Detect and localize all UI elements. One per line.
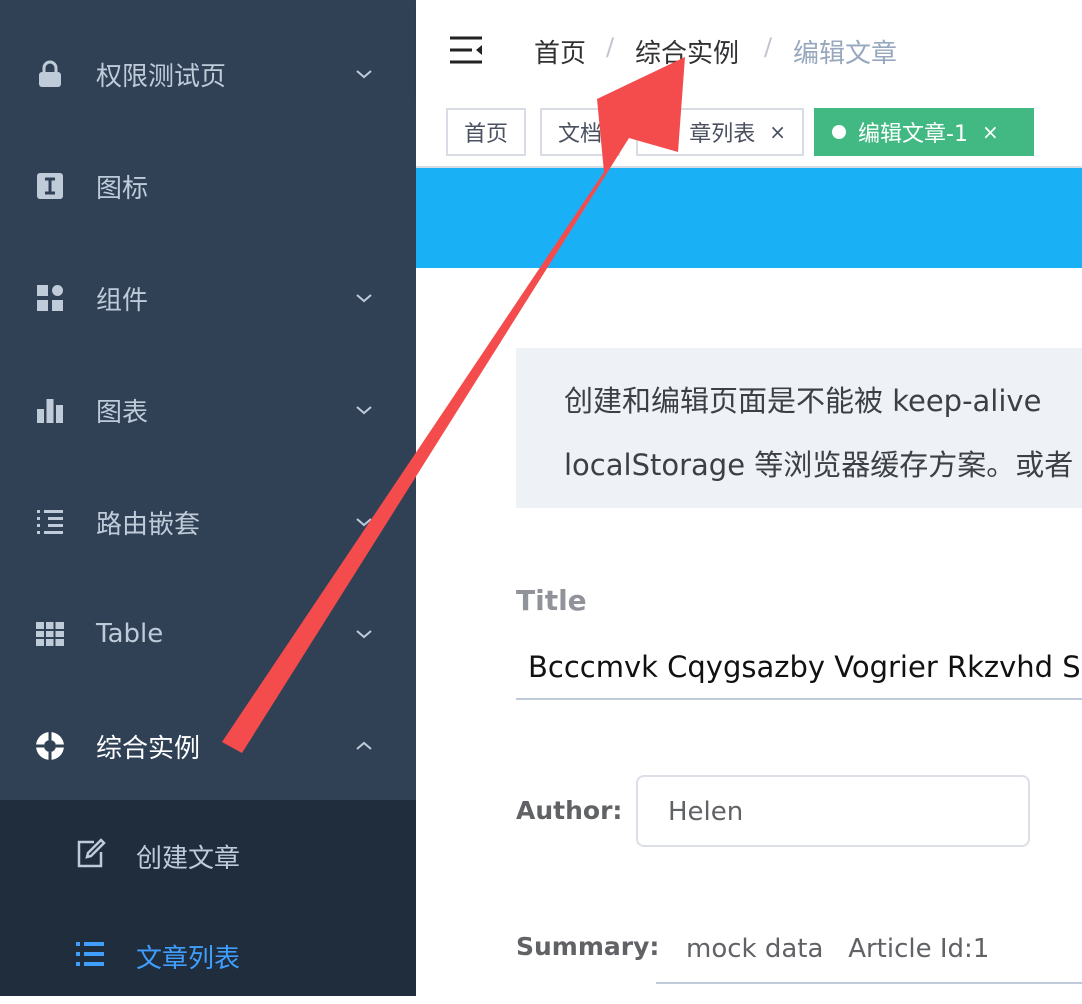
summary-value: mock data Article Id:1 <box>686 934 990 964</box>
chevron-down-icon <box>356 518 372 527</box>
submenu: 创建文章 文章列表 <box>0 800 416 996</box>
sidebar-item-label: Table <box>96 619 164 649</box>
author-value: Helen <box>668 797 744 827</box>
tip-box: 创建和编辑页面是不能被 keep-alive localStorage 等浏览器… <box>516 348 1082 508</box>
tag-docs[interactable]: 首页 文档 <box>540 108 621 156</box>
sidebar-item-nested[interactable]: 路由嵌套 <box>0 466 416 578</box>
component-icon <box>34 282 66 314</box>
title-value: Bcccmvk Cqygsazby Vogrier Rkzvhd S <box>528 650 1081 684</box>
summary-input[interactable]: mock data Article Id:1 <box>656 924 1082 984</box>
summary-label: Summary: <box>516 932 660 961</box>
chart-icon <box>34 394 66 426</box>
sidebar-item-permission[interactable]: 权限测试页 <box>0 18 416 130</box>
sticky-toolbar <box>416 168 1082 268</box>
author-label: Author: <box>516 796 623 825</box>
sidebar-item-article-list[interactable]: 文章列表 <box>0 904 416 1004</box>
hamburger-icon[interactable] <box>448 32 484 68</box>
active-dot-icon <box>832 125 846 139</box>
table-icon <box>34 618 66 650</box>
breadcrumb-separator: / <box>606 33 615 61</box>
sidebar-item-label: 综合实例 <box>96 733 201 764</box>
breadcrumb-current: 编辑文章 <box>793 39 898 69</box>
sidebar-item-create-article[interactable]: 创建文章 <box>0 804 416 904</box>
edit-icon <box>77 838 106 868</box>
sidebar-item-example[interactable]: 综合实例 <box>0 690 416 802</box>
breadcrumb-home[interactable]: 首页 <box>534 33 586 70</box>
tag-label: 首页 <box>464 122 509 147</box>
sidebar: 权限测试页 图标 组件 图表 路由嵌套 Table 综合实例 创建文章 文章列表 <box>0 0 416 996</box>
breadcrumb-example[interactable]: 综合实例 <box>635 33 739 70</box>
sidebar-item-label: 文章列表 <box>136 944 241 974</box>
lock-icon <box>34 58 66 90</box>
tag-article-list[interactable]: 章列表 × <box>636 108 804 156</box>
sidebar-item-label: 图表 <box>96 397 149 428</box>
breadcrumb-separator: / <box>764 33 773 61</box>
close-icon[interactable]: × <box>769 120 786 144</box>
sidebar-item-label: 图标 <box>96 173 149 204</box>
chevron-up-icon <box>356 741 372 750</box>
chevron-down-icon <box>356 406 372 415</box>
sidebar-item-table[interactable]: Table <box>0 578 416 690</box>
tag-home[interactable]: 首页 <box>446 108 527 156</box>
author-input[interactable]: Helen <box>636 775 1030 847</box>
tag-label: 章列表 <box>689 122 756 147</box>
chevron-down-icon <box>356 70 372 79</box>
sidebar-item-label: 创建文章 <box>136 844 241 874</box>
tip-line: localStorage 等浏览器缓存方案。或者 <box>564 448 1074 482</box>
icon-icon <box>34 170 66 202</box>
title-input[interactable]: Bcccmvk Cqygsazby Vogrier Rkzvhd S <box>516 636 1082 700</box>
example-icon <box>34 730 66 762</box>
navbar: 首页 / 综合实例 / 编辑文章 <box>416 0 1082 100</box>
nested-icon <box>34 506 66 538</box>
chevron-down-icon <box>356 294 372 303</box>
sidebar-item-label: 权限测试页 <box>96 61 227 92</box>
sidebar-item-icons[interactable]: 图标 <box>0 130 416 242</box>
tip-line: 创建和编辑页面是不能被 keep-alive <box>564 384 1042 418</box>
tag-edit-article[interactable]: 编辑文章-1 × <box>814 108 1034 156</box>
close-icon[interactable]: × <box>982 120 999 144</box>
sidebar-item-label: 组件 <box>96 285 149 316</box>
sidebar-item-charts[interactable]: 图表 <box>0 354 416 466</box>
chevron-down-icon <box>356 630 372 639</box>
title-label: Title <box>516 584 587 617</box>
sidebar-item-label: 路由嵌套 <box>96 509 201 540</box>
list-icon <box>76 942 104 966</box>
tag-label: 文档 <box>558 122 603 147</box>
tag-label: 编辑文章-1 <box>858 122 968 147</box>
tags-view: 首页 首页 文档 章列表 × 编辑文章-1 × <box>416 100 1082 168</box>
sidebar-item-components[interactable]: 组件 <box>0 242 416 354</box>
